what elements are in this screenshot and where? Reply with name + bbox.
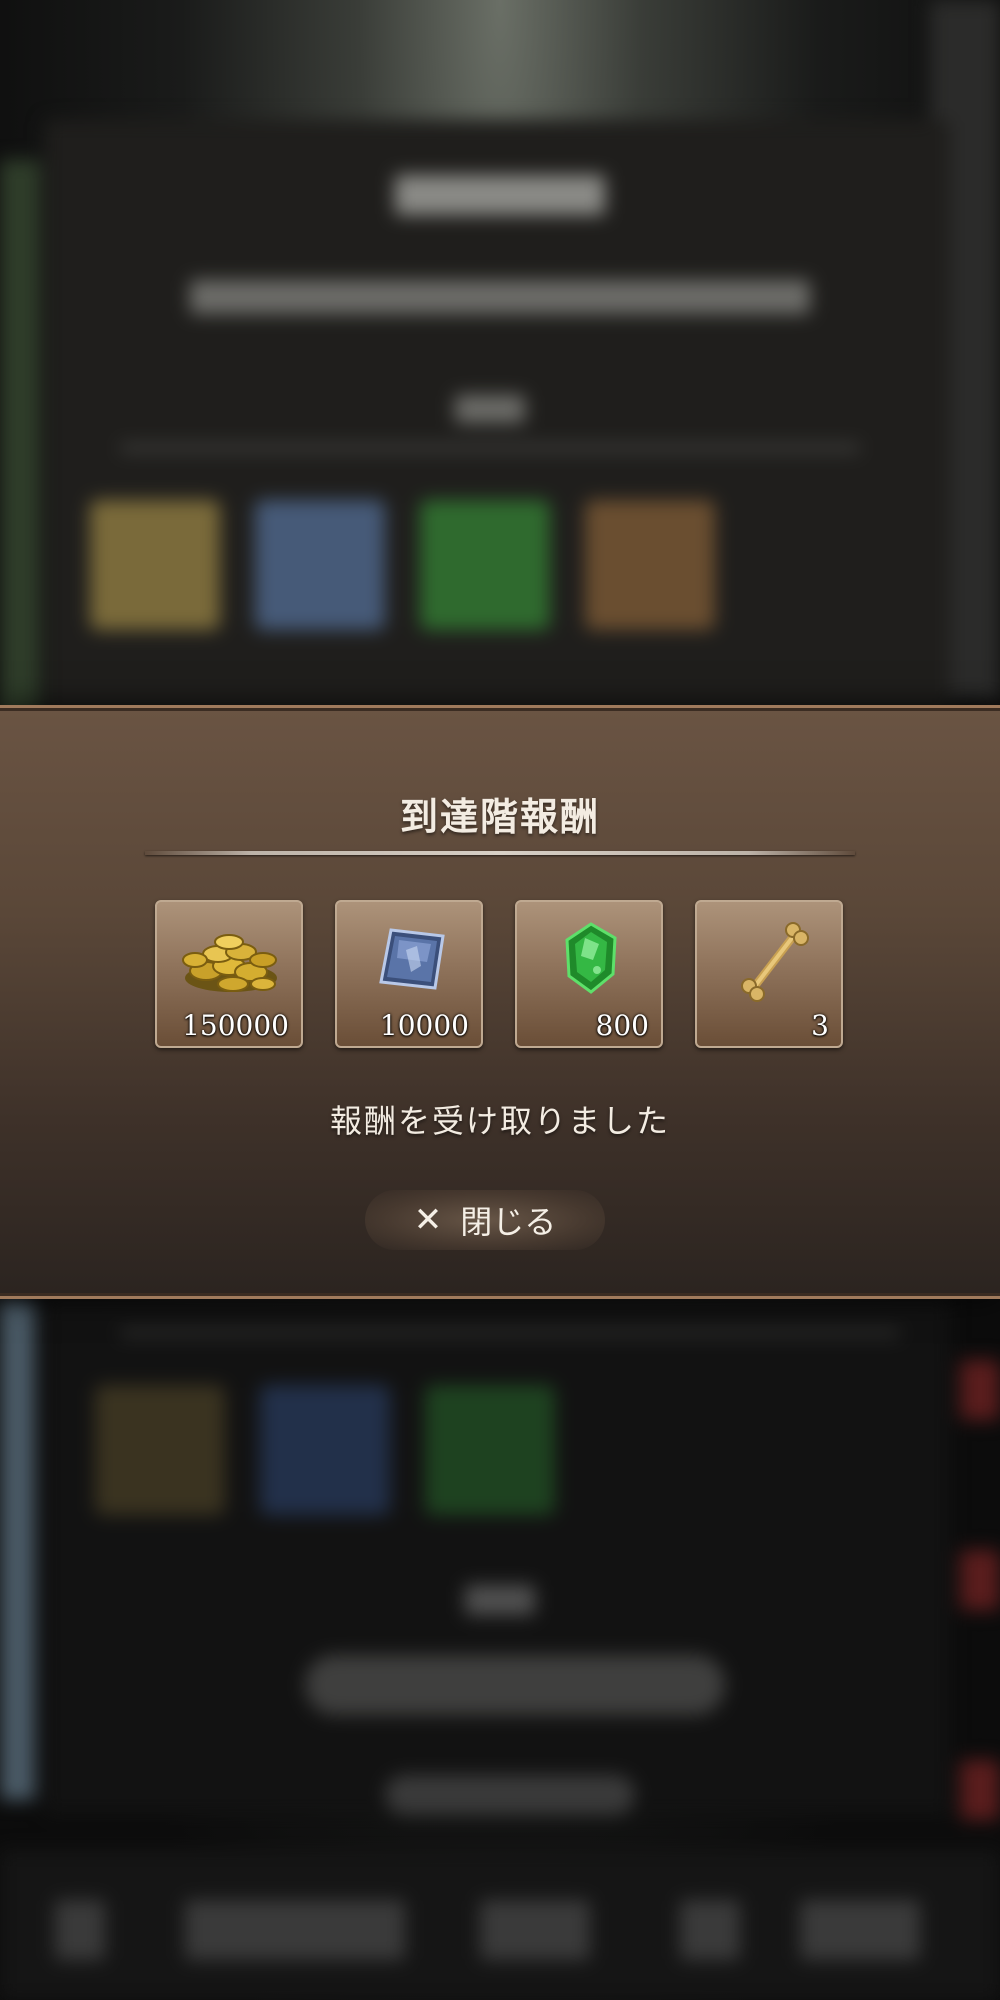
reward-item-gem[interactable]: 800 <box>515 900 663 1048</box>
bg-icon-gold <box>90 500 220 630</box>
bg-subtitle-bar <box>190 280 810 314</box>
bg-label-bar <box>455 395 525 423</box>
bg-title-bar <box>395 175 605 215</box>
bg-nav-4 <box>680 1900 740 1960</box>
gold-coins-icon <box>182 934 277 992</box>
reward-quantity: 10000 <box>379 1009 469 1042</box>
close-button-label: 閉じる <box>460 1203 557 1241</box>
bg-side-left-lower <box>0 1300 35 1800</box>
bg-icon-2c <box>425 1385 555 1515</box>
reward-item-coins[interactable]: 150000 <box>155 900 303 1048</box>
bg-button-2 <box>385 1775 635 1815</box>
reward-dialog: 到達階報酬 150000 10000 800 3 報酬を受け取りました ✕ 閉じ… <box>0 705 1000 1299</box>
bg-red-marker-1 <box>960 1360 1000 1420</box>
status-message: 報酬を受け取りました <box>329 1102 670 1140</box>
bg-nav-3 <box>480 1900 590 1960</box>
dialog-title: 到達階報酬 <box>399 794 600 839</box>
green-gem-icon <box>565 922 617 994</box>
title-divider <box>145 851 855 855</box>
bg-icon-blue <box>255 500 385 630</box>
reward-item-bone[interactable]: 3 <box>695 900 843 1048</box>
bg-nav-2 <box>185 1900 405 1960</box>
reward-item-crystal[interactable]: 10000 <box>335 900 483 1048</box>
bg-bottom-nav <box>0 1850 1000 2000</box>
bg-nav-5 <box>800 1900 920 1960</box>
bg-red-marker-3 <box>960 1760 1000 1820</box>
reward-list: 150000 10000 800 3 <box>155 900 845 1050</box>
reward-quantity: 800 <box>595 1009 649 1042</box>
bg-panel-bottom <box>45 1295 950 1815</box>
close-icon: ✕ <box>413 1200 443 1240</box>
bg-button <box>305 1655 725 1715</box>
close-button[interactable]: ✕ 閉じる <box>365 1190 605 1250</box>
reward-quantity: 3 <box>811 1009 829 1042</box>
bg-icon-brown <box>585 500 715 630</box>
bg-divider <box>120 445 860 451</box>
bg-divider-2 <box>120 1330 900 1336</box>
bg-nav-1 <box>55 1900 105 1960</box>
bg-icon-green <box>420 500 550 630</box>
bone-icon <box>741 922 809 1002</box>
reward-quantity: 150000 <box>182 1009 289 1042</box>
bg-red-marker-2 <box>960 1550 1000 1610</box>
bg-icon-2b <box>260 1385 390 1515</box>
bg-icon-2a <box>95 1385 225 1515</box>
blue-crystal-icon <box>379 928 445 990</box>
bg-label-bar-2 <box>465 1585 535 1615</box>
bg-side-left <box>0 160 40 720</box>
bg-panel-top <box>45 120 950 720</box>
